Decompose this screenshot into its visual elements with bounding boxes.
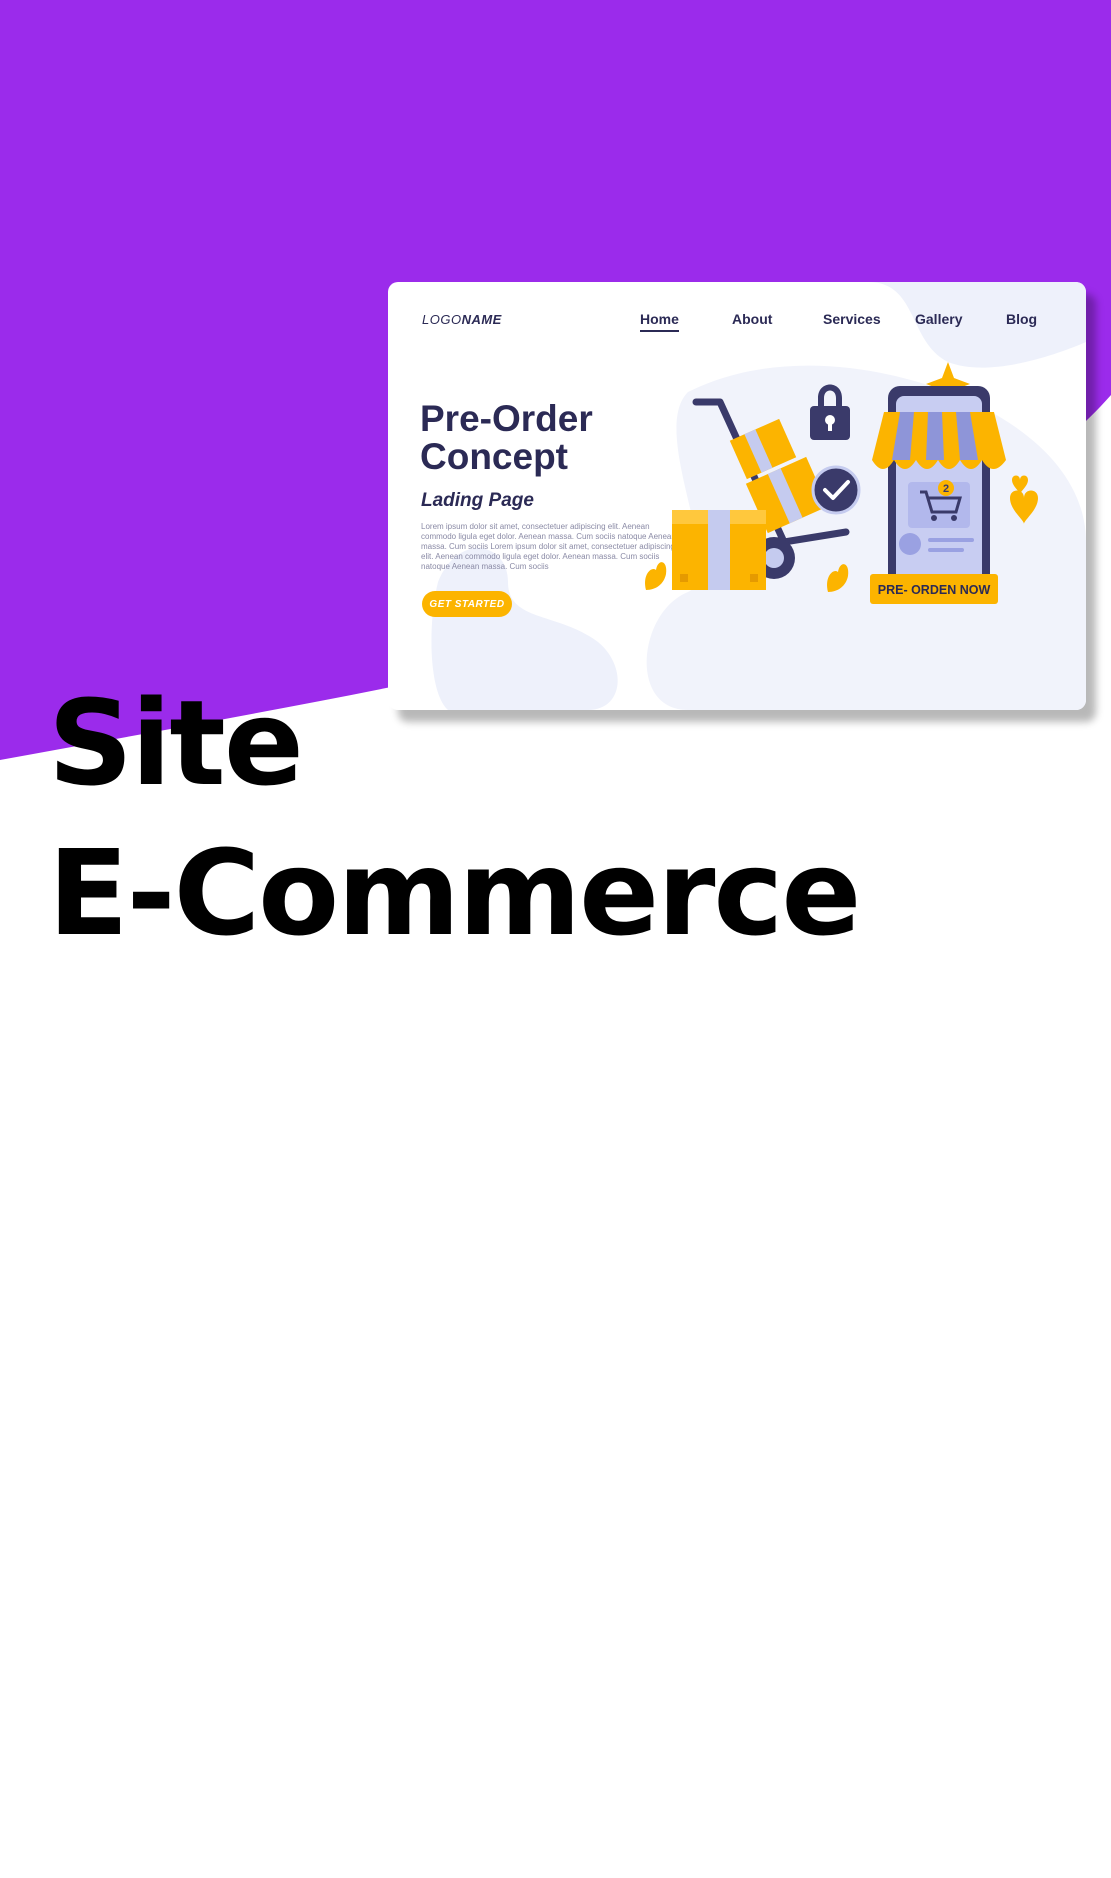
- check-icon: [811, 465, 861, 515]
- heart-icon: [1010, 475, 1038, 524]
- nav-gallery[interactable]: Gallery: [915, 311, 962, 327]
- nav-about[interactable]: About: [732, 311, 772, 327]
- pre-order-badge: PRE- ORDEN NOW: [878, 583, 991, 597]
- pre-order-illustration: 2 PRE- ORDEN NOW: [645, 362, 1038, 604]
- store-awning: [872, 412, 1006, 469]
- nav-blog[interactable]: Blog: [1006, 311, 1037, 327]
- headline-line-2: E-Commerce: [48, 824, 861, 962]
- nav-services[interactable]: Services: [823, 311, 881, 327]
- headline-line-1: Site: [48, 674, 304, 812]
- hero-subtitle: Lading Page: [421, 490, 534, 511]
- lock-icon: [810, 384, 850, 440]
- get-started-button[interactable]: GET STARTED: [422, 591, 512, 617]
- landing-page-mockup: LOGONAME Home About Services Gallery Blo…: [388, 282, 1086, 710]
- cart-count: 2: [943, 483, 949, 495]
- nav-home[interactable]: Home: [640, 311, 679, 332]
- page-headline: Site E-Commerce: [48, 668, 861, 968]
- mockup-nav: Home About Services Gallery Blog: [388, 311, 1086, 332]
- hero-title: Pre-Order Concept: [420, 398, 593, 477]
